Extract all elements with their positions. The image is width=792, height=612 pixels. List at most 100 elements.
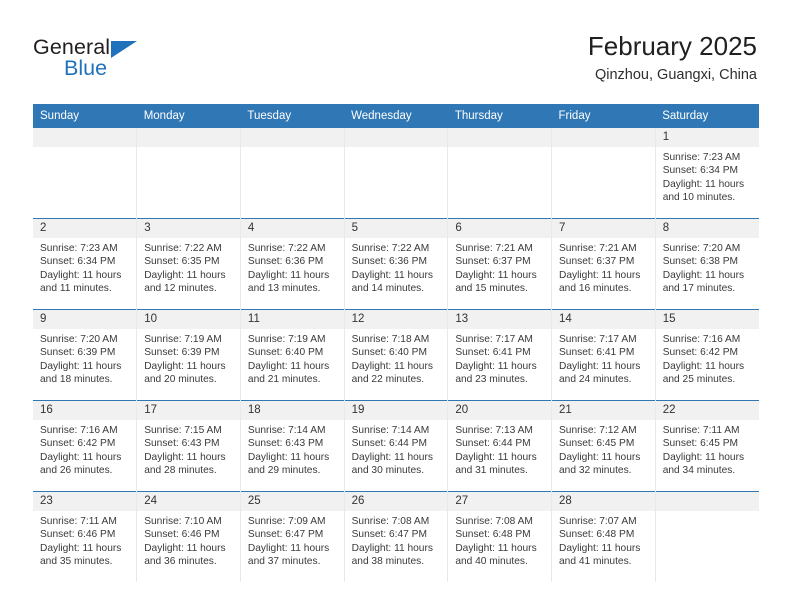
day-details [137,147,239,151]
sunset-text: Sunset: 6:34 PM [662,165,739,177]
day-number: 27 [448,492,551,511]
day-number: 7 [552,219,655,238]
sunrise-text: Sunrise: 7:11 AM [40,516,117,527]
day-details: Sunrise: 7:23 AM Sunset: 6:34 PM Dayligh… [33,238,136,295]
daylight-text: Daylight: 11 hours and 14 minutes. [351,269,433,294]
day-cell[interactable]: 21 Sunrise: 7:12 AM Sunset: 6:45 PM Dayl… [551,400,656,492]
day-cell[interactable]: 22 Sunrise: 7:11 AM Sunset: 6:45 PM Dayl… [655,400,759,492]
day-number: 16 [33,401,136,420]
day-number: 24 [137,492,240,511]
sunrise-text: Sunrise: 7:19 AM [144,334,222,345]
weekday-header-monday: Monday [136,104,241,128]
general-blue-logo[interactable]: General Blue [33,36,153,85]
day-details [33,147,136,151]
sunset-text: Sunset: 6:37 PM [455,256,531,268]
day-cell[interactable] [33,128,138,219]
sunrise-text: Sunrise: 7:19 AM [247,334,326,345]
day-cell[interactable]: 28 Sunrise: 7:07 AM Sunset: 6:48 PM Dayl… [551,491,656,582]
sunset-text: Sunset: 6:43 PM [247,438,324,450]
day-details [656,511,759,515]
day-number: 28 [552,492,655,511]
day-cell[interactable]: 10 Sunrise: 7:19 AM Sunset: 6:39 PM Dayl… [136,309,241,401]
day-cell[interactable]: 3 Sunrise: 7:22 AM Sunset: 6:35 PM Dayli… [136,218,241,310]
day-number [344,128,447,147]
day-cell[interactable]: 17 Sunrise: 7:15 AM Sunset: 6:43 PM Dayl… [136,400,241,492]
day-cell[interactable]: 11 Sunrise: 7:19 AM Sunset: 6:40 PM Dayl… [240,309,345,401]
day-cell[interactable]: 24 Sunrise: 7:10 AM Sunset: 6:46 PM Dayl… [136,491,241,582]
daylight-text: Daylight: 11 hours and 18 minutes. [40,360,122,385]
day-cell[interactable]: 20 Sunrise: 7:13 AM Sunset: 6:44 PM Dayl… [447,400,553,492]
day-cell[interactable]: 8 Sunrise: 7:20 AM Sunset: 6:38 PM Dayli… [655,218,759,310]
calendar-week-row: 1 Sunrise: 7:23 AM Sunset: 6:34 PM Dayli… [33,128,759,219]
day-cell[interactable]: 6 Sunrise: 7:21 AM Sunset: 6:37 PM Dayli… [447,218,553,310]
calendar-week-row: 2 Sunrise: 7:23 AM Sunset: 6:34 PM Dayli… [33,218,759,310]
day-cell[interactable]: 18 Sunrise: 7:14 AM Sunset: 6:43 PM Dayl… [240,400,345,492]
sunrise-text: Sunrise: 7:16 AM [662,334,741,345]
day-number [33,128,136,147]
day-cell[interactable] [655,491,759,582]
day-cell[interactable]: 16 Sunrise: 7:16 AM Sunset: 6:42 PM Dayl… [33,400,138,492]
daylight-text: Daylight: 11 hours and 13 minutes. [247,269,330,294]
daylight-text: Daylight: 11 hours and 38 minutes. [351,542,433,567]
page-header: General Blue February 2025 Qinzhou, Guan… [0,0,792,104]
day-cell[interactable]: 15 Sunrise: 7:16 AM Sunset: 6:42 PM Dayl… [655,309,759,401]
day-details: Sunrise: 7:09 AM Sunset: 6:47 PM Dayligh… [241,511,343,568]
day-number: 3 [137,219,240,238]
day-cell[interactable]: 26 Sunrise: 7:08 AM Sunset: 6:47 PM Dayl… [344,491,449,582]
sunset-text: Sunset: 6:41 PM [559,347,635,359]
logo-triangle-icon [111,40,137,58]
day-cell[interactable] [240,128,345,219]
day-cell[interactable]: 23 Sunrise: 7:11 AM Sunset: 6:46 PM Dayl… [33,491,138,582]
day-cell[interactable] [447,128,553,219]
sunrise-text: Sunrise: 7:21 AM [455,243,533,254]
day-number: 13 [448,310,551,329]
day-details: Sunrise: 7:14 AM Sunset: 6:44 PM Dayligh… [345,420,447,477]
day-number: 5 [344,219,447,238]
day-cell[interactable]: 27 Sunrise: 7:08 AM Sunset: 6:48 PM Dayl… [447,491,553,582]
sunrise-text: Sunrise: 7:17 AM [455,334,533,345]
day-cell[interactable]: 1 Sunrise: 7:23 AM Sunset: 6:34 PM Dayli… [655,128,759,219]
sunrise-text: Sunrise: 7:07 AM [559,516,637,527]
day-details: Sunrise: 7:11 AM Sunset: 6:45 PM Dayligh… [656,420,759,477]
daylight-text: Daylight: 11 hours and 40 minutes. [455,542,537,567]
day-details: Sunrise: 7:08 AM Sunset: 6:47 PM Dayligh… [345,511,447,568]
sunset-text: Sunset: 6:47 PM [351,529,427,541]
day-cell[interactable]: 25 Sunrise: 7:09 AM Sunset: 6:47 PM Dayl… [240,491,345,582]
daylight-text: Daylight: 11 hours and 28 minutes. [144,451,226,476]
sunrise-text: Sunrise: 7:14 AM [351,425,430,436]
day-cell[interactable] [551,128,656,219]
day-cell[interactable]: 19 Sunrise: 7:14 AM Sunset: 6:44 PM Dayl… [344,400,449,492]
day-cell[interactable]: 7 Sunrise: 7:21 AM Sunset: 6:37 PM Dayli… [551,218,656,310]
day-details: Sunrise: 7:11 AM Sunset: 6:46 PM Dayligh… [33,511,136,568]
day-number: 2 [33,219,136,238]
day-cell[interactable]: 12 Sunrise: 7:18 AM Sunset: 6:40 PM Dayl… [344,309,449,401]
sunrise-text: Sunrise: 7:09 AM [247,516,326,527]
day-details: Sunrise: 7:14 AM Sunset: 6:43 PM Dayligh… [241,420,343,477]
sunrise-text: Sunrise: 7:11 AM [662,425,740,436]
sunset-text: Sunset: 6:44 PM [455,438,531,450]
weekday-header-sunday: Sunday [33,104,137,128]
day-number: 23 [33,492,136,511]
day-cell[interactable]: 4 Sunrise: 7:22 AM Sunset: 6:36 PM Dayli… [240,218,345,310]
day-cell[interactable]: 2 Sunrise: 7:23 AM Sunset: 6:34 PM Dayli… [33,218,138,310]
sunset-text: Sunset: 6:46 PM [144,529,220,541]
day-details: Sunrise: 7:22 AM Sunset: 6:36 PM Dayligh… [241,238,343,295]
daylight-text: Daylight: 11 hours and 12 minutes. [144,269,226,294]
day-cell[interactable] [136,128,241,219]
day-details: Sunrise: 7:19 AM Sunset: 6:40 PM Dayligh… [241,329,343,386]
day-cell[interactable] [344,128,449,219]
daylight-text: Daylight: 11 hours and 26 minutes. [40,451,122,476]
sunset-text: Sunset: 6:46 PM [40,529,116,541]
day-cell[interactable]: 14 Sunrise: 7:17 AM Sunset: 6:41 PM Dayl… [551,309,656,401]
day-details: Sunrise: 7:20 AM Sunset: 6:39 PM Dayligh… [33,329,136,386]
sunrise-text: Sunrise: 7:18 AM [351,334,430,345]
day-cell[interactable]: 9 Sunrise: 7:20 AM Sunset: 6:39 PM Dayli… [33,309,138,401]
sunrise-text: Sunrise: 7:20 AM [662,243,741,254]
day-details: Sunrise: 7:19 AM Sunset: 6:39 PM Dayligh… [137,329,239,386]
calendar-week-row: 9 Sunrise: 7:20 AM Sunset: 6:39 PM Dayli… [33,309,759,401]
day-cell[interactable]: 5 Sunrise: 7:22 AM Sunset: 6:36 PM Dayli… [344,218,449,310]
sunrise-text: Sunrise: 7:22 AM [144,243,222,254]
day-cell[interactable]: 13 Sunrise: 7:17 AM Sunset: 6:41 PM Dayl… [447,309,553,401]
day-details: Sunrise: 7:13 AM Sunset: 6:44 PM Dayligh… [448,420,550,477]
day-number: 25 [240,492,344,511]
